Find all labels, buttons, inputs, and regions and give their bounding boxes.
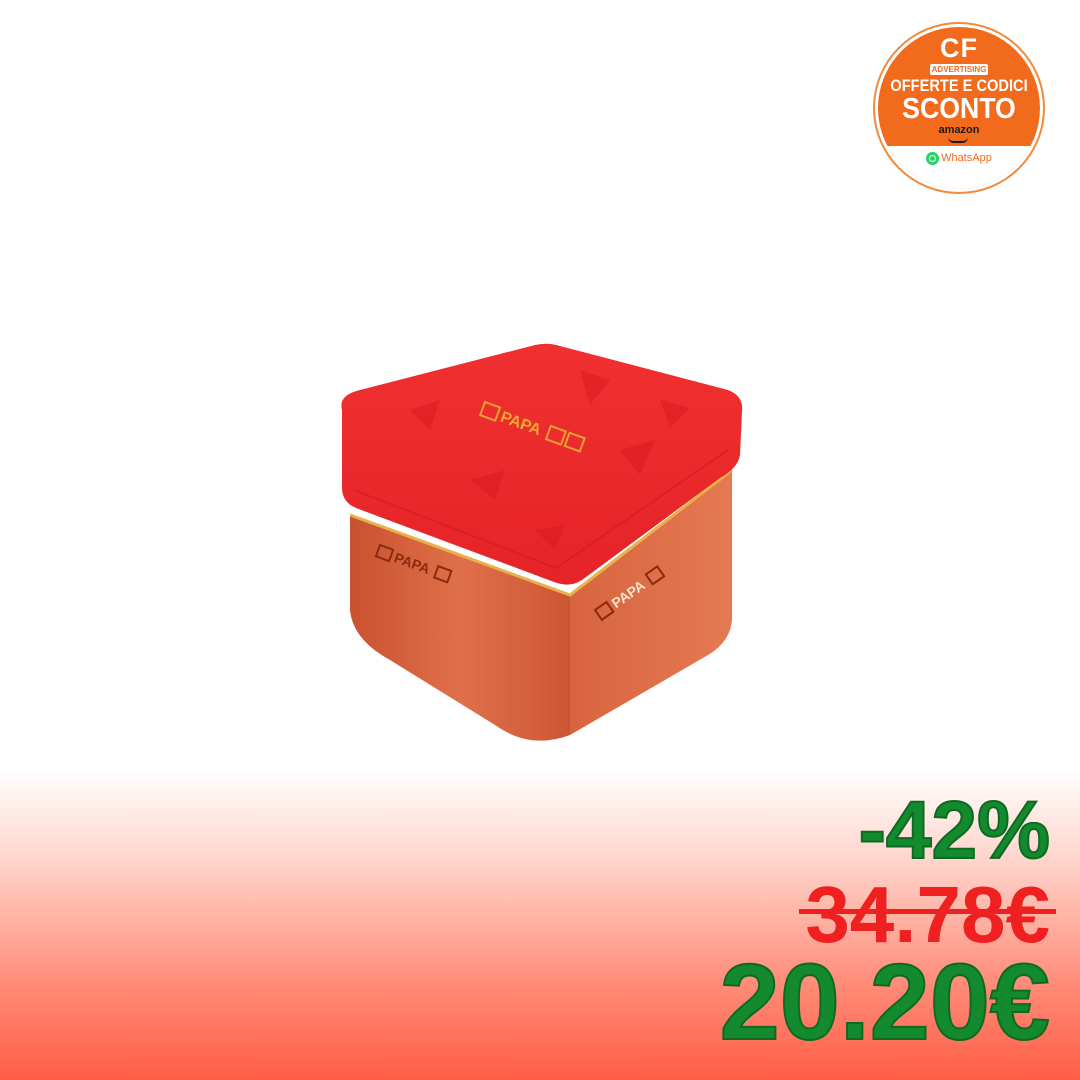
product-image-tin-box: PAPA PAPA PAPA <box>320 330 760 750</box>
amazon-smile-icon <box>948 137 968 143</box>
cf-advertising-badge[interactable]: CF ADVERTISING OFFERTE E CODICI SCONTO a… <box>878 27 1040 189</box>
badge-line2: SCONTO <box>902 93 1016 125</box>
badge-line1: OFFERTE E CODICI <box>890 76 1028 95</box>
badge-tagline: ADVERTISING <box>930 64 988 75</box>
old-price-strikethrough <box>799 909 1056 915</box>
badge-channel: WhatsApp <box>941 152 992 165</box>
badge-brand: CF <box>940 33 978 63</box>
whatsapp-icon <box>926 151 940 165</box>
badge-store: amazon <box>938 124 980 136</box>
new-price: 20.20€ <box>719 941 1051 1062</box>
badge-whatsapp-row[interactable]: WhatsApp <box>878 151 1040 165</box>
discount-percent: -42% <box>858 785 1051 876</box>
